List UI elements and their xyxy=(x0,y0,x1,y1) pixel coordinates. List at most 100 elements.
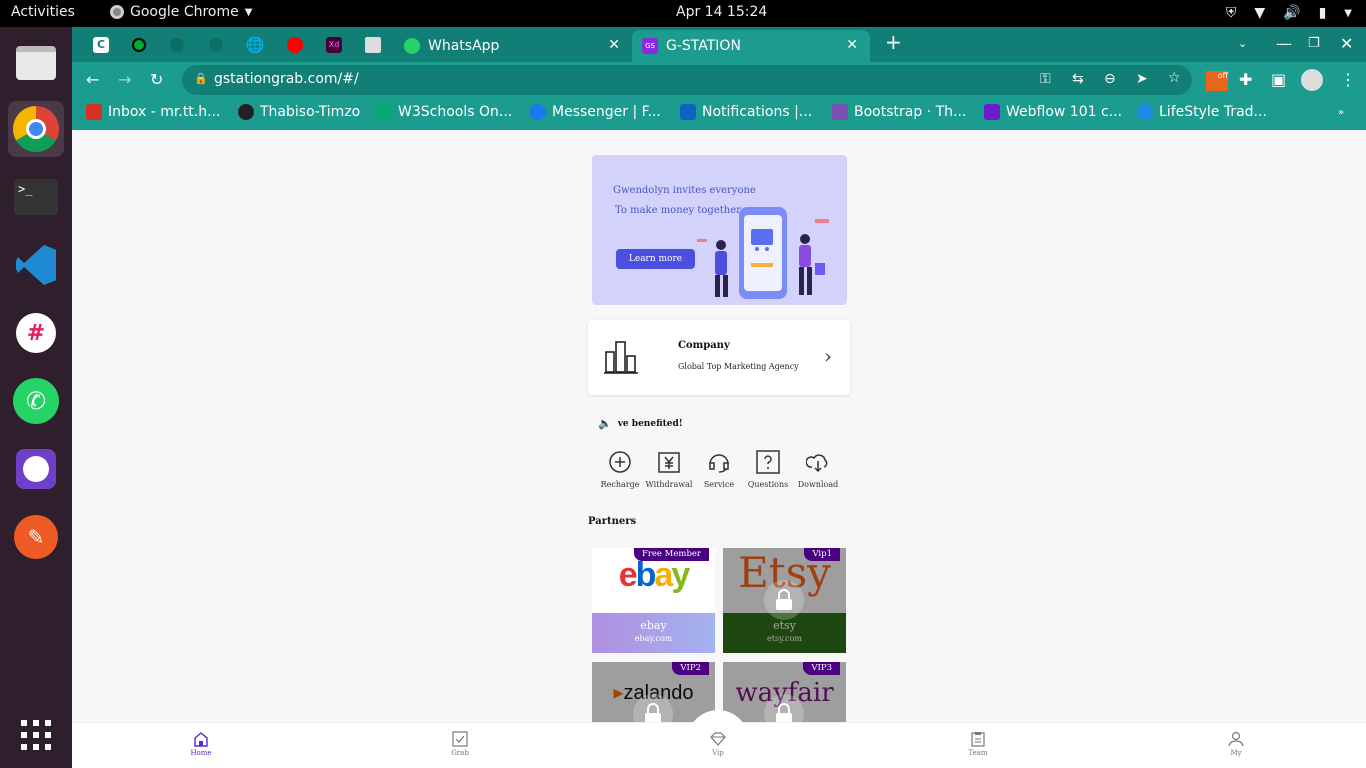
linkedin-icon xyxy=(680,104,696,120)
withdrawal-icon xyxy=(658,452,680,473)
lock-icon: 🔒 xyxy=(194,72,208,85)
tab-pinned-6[interactable] xyxy=(284,34,306,56)
back-icon[interactable]: ← xyxy=(86,70,99,89)
bookmark-github[interactable]: Thabiso-Timzo xyxy=(238,104,360,120)
partner-card-wayfair[interactable]: wayfair VIP3 xyxy=(723,662,846,722)
side-panel-icon[interactable]: ▣ xyxy=(1271,70,1286,89)
member-badge: VIP2 xyxy=(672,662,709,675)
clock[interactable]: Apr 14 15:24 xyxy=(676,4,767,20)
key-icon[interactable]: ⚿ xyxy=(1040,71,1051,87)
tab-whatsapp[interactable]: WhatsApp ✕ xyxy=(394,30,632,62)
promo-banner[interactable]: Gwendolyn invites everyone To make money… xyxy=(592,155,847,305)
zoom-icon[interactable]: ⊖ xyxy=(1104,71,1116,87)
bookmark-messenger[interactable]: Messenger | F... xyxy=(530,104,661,120)
tab-team[interactable]: Team xyxy=(958,731,998,757)
tab-pinned-5[interactable]: 🌐 xyxy=(244,34,266,56)
recharge-icon xyxy=(609,451,631,473)
chevron-down-icon: ▼ xyxy=(244,6,253,18)
headset-icon xyxy=(709,454,729,473)
tab-vip[interactable]: Vip xyxy=(698,731,738,757)
close-icon[interactable]: ✕ xyxy=(846,37,858,53)
tab-search-chevron-icon[interactable]: ⌄ xyxy=(1238,37,1247,50)
partner-card-ebay[interactable]: ebay Free Member ebay ebay.com xyxy=(592,548,715,653)
extension-off-icon[interactable]: off xyxy=(1206,71,1228,91)
translate-icon[interactable]: ⇆ xyxy=(1072,71,1084,87)
tab-pinned-7[interactable]: Xd xyxy=(323,34,345,56)
learn-more-button[interactable]: Learn more xyxy=(616,249,695,269)
chrome-dock-icon[interactable] xyxy=(8,101,64,157)
files-icon[interactable] xyxy=(8,35,64,91)
notice-marquee: 🔈 ve benefited! xyxy=(598,417,683,430)
vscode-icon[interactable] xyxy=(8,237,64,293)
bookmark-label: Notifications |... xyxy=(702,104,813,120)
new-tab-icon[interactable]: + xyxy=(885,30,902,54)
bookmark-gmail[interactable]: Inbox - mr.tt.h... xyxy=(86,104,220,120)
close-icon[interactable]: ✕ xyxy=(608,37,620,53)
bookmarks-overflow-icon[interactable]: » xyxy=(1338,107,1344,118)
minimize-icon[interactable]: — xyxy=(1276,34,1292,53)
recharge-button[interactable]: Recharge xyxy=(595,450,645,489)
terminal-icon[interactable]: >_ xyxy=(8,169,64,225)
company-subtitle: Global Top Marketing Agency xyxy=(678,362,799,371)
tab-label: Home xyxy=(190,749,212,757)
tab-label: Team xyxy=(968,749,988,757)
withdrawal-button[interactable]: Withdrawal xyxy=(644,450,694,489)
menu-kebab-icon[interactable]: ⋮ xyxy=(1340,70,1356,89)
tab-label: WhatsApp xyxy=(428,38,500,54)
tab-pinned-4[interactable] xyxy=(205,34,227,56)
tab-my[interactable]: My xyxy=(1216,731,1256,757)
lock-icon xyxy=(764,580,804,620)
star-icon[interactable]: ☆ xyxy=(1168,70,1181,86)
show-apps-icon[interactable] xyxy=(8,707,64,763)
bookmark-label: Bootstrap · Th... xyxy=(854,104,967,120)
bookmark-lifestyle[interactable]: LifeStyle Trad... xyxy=(1137,104,1267,120)
github-icon[interactable] xyxy=(8,441,64,497)
bookmark-bootstrap[interactable]: Bootstrap · Th... xyxy=(832,104,966,120)
window-close-icon[interactable]: ✕ xyxy=(1340,34,1353,53)
partner-card-etsy[interactable]: Etsy etsy etsy.com Vip1 xyxy=(723,548,846,653)
bookmark-webflow[interactable]: Webflow 101 c... xyxy=(984,104,1122,120)
bookmark-w3schools[interactable]: W3Schools On... xyxy=(376,104,512,120)
restore-icon[interactable]: ❐ xyxy=(1308,36,1320,51)
extensions-puzzle-icon[interactable]: ✚ xyxy=(1239,70,1252,89)
app-menu[interactable]: Google Chrome ▼ xyxy=(110,4,252,20)
tab-label: G-STATION xyxy=(666,38,741,54)
notice-text: ve benefited! xyxy=(617,418,683,429)
whatsapp-dock-icon[interactable]: ✆ xyxy=(8,373,64,429)
postman-icon[interactable]: ✎ xyxy=(8,509,64,565)
system-tray[interactable]: ⛨ ▼ 🔊 ▮ ▼ xyxy=(1226,5,1352,21)
tab-home[interactable]: Home xyxy=(181,731,221,757)
action-label: Download xyxy=(797,480,839,489)
company-card[interactable]: Company Global Top Marketing Agency › xyxy=(588,320,850,395)
download-button[interactable]: Download xyxy=(793,450,843,489)
partner-name: ebay xyxy=(640,619,667,632)
address-bar[interactable]: 🔒 gstationgrab.com/#/ ⚿ ⇆ ⊖ ➤ ☆ xyxy=(182,65,1192,95)
tab-pinned-2[interactable] xyxy=(128,34,150,56)
activities-button[interactable]: Activities xyxy=(11,4,75,20)
tab-g-station[interactable]: GS G-STATION ✕ xyxy=(632,30,870,62)
tab-grab[interactable]: Grab xyxy=(440,731,480,757)
tab-pinned-8[interactable] xyxy=(362,34,384,56)
send-icon[interactable]: ➤ xyxy=(1136,71,1148,87)
tab-pinned-3[interactable] xyxy=(166,34,188,56)
bottom-tab-bar: Home Grab Vip Team My xyxy=(72,710,1366,768)
bookmark-linkedin[interactable]: Notifications |... xyxy=(680,104,812,120)
action-label: Questions xyxy=(747,480,789,489)
questions-button[interactable]: Questions xyxy=(743,450,793,489)
service-button[interactable]: Service xyxy=(694,450,744,489)
reload-icon[interactable]: ↻ xyxy=(150,70,163,89)
chrome-icon xyxy=(110,5,124,19)
chart-logo-icon xyxy=(1137,104,1153,120)
volume-icon: 🔊 xyxy=(1283,5,1301,21)
bookmarks-bar: Inbox - mr.tt.h... Thabiso-Timzo W3Schoo… xyxy=(72,98,1366,130)
forward-icon[interactable]: → xyxy=(118,70,131,89)
avatar[interactable] xyxy=(1301,69,1323,91)
partner-card-zalando[interactable]: ▸zalando VIP2 xyxy=(592,662,715,722)
bookmark-label: Messenger | F... xyxy=(552,104,661,120)
github-icon xyxy=(238,104,254,120)
bookmark-label: Thabiso-Timzo xyxy=(260,104,361,120)
slack-icon[interactable]: # xyxy=(8,305,64,361)
power-chevron-icon: ▼ xyxy=(1344,7,1352,19)
tab-pinned-1[interactable]: C xyxy=(90,34,112,56)
action-label: Recharge xyxy=(600,480,640,489)
